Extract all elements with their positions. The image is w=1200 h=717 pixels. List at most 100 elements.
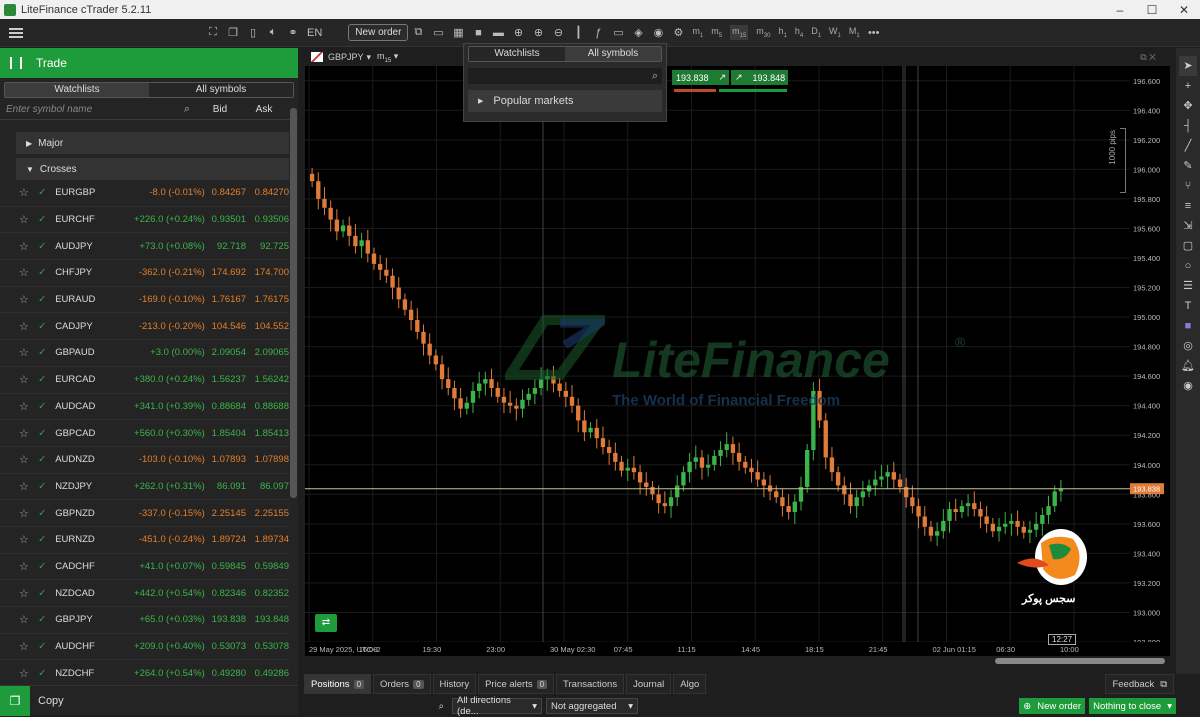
symbol-row[interactable]: ☆ ✓ AUDCHF +209.0 (+0.40%) 0.53073 0.53078 [0,634,289,661]
chart-timeframe[interactable]: m15 ▾ [377,51,398,64]
tab-all-symbols[interactable]: All symbols [149,83,293,97]
symbol-row[interactable]: ☆ ✓ AUDJPY +73.0 (+0.08%) 92.718 92.725 [0,233,289,261]
star-icon[interactable]: ☆ [19,400,32,413]
rectangle-icon[interactable]: ▢ [1183,236,1193,256]
symbol-row[interactable]: ☆ ✓ NZDJPY +262.0 (+0.31%) 86.091 86.097 [0,474,289,501]
new-order-button[interactable]: New order [348,24,409,41]
chart-symbol[interactable]: GBPJPY [328,52,364,62]
symbol-bid[interactable]: 174.692 [205,267,246,278]
multi-chart-icon[interactable]: ▦ [452,26,464,39]
star-icon[interactable]: ☆ [19,533,32,546]
tab-price-alerts[interactable]: Price alerts 0 [478,674,555,694]
symbol-ask[interactable]: 1.89734 [246,534,289,545]
timeframe-button[interactable]: W1 [829,26,841,39]
group-crosses[interactable]: ▼ Crosses [16,158,289,180]
symbol-search-input[interactable]: Enter symbol name [6,104,176,115]
symbol-row[interactable]: ☆ ✓ EURCAD +380.0 (+0.24%) 1.56237 1.56242 [0,367,289,394]
language-icon[interactable]: EN [307,27,322,39]
zoom-out-icon[interactable]: ⊖ [552,26,564,39]
tab-transactions[interactable]: Transactions [556,674,625,694]
camera-icon[interactable]: ◎ [1183,336,1193,356]
symbol-ask[interactable]: 0.49286 [246,668,289,679]
pitchfork-icon[interactable]: ⑂ [1185,176,1192,196]
timeframe-button[interactable]: M1 [849,26,860,39]
time-axis[interactable]: 29 May 2025, UTC+216:00 19:30 23:00 30 May … [305,642,1170,656]
star-icon[interactable]: ☆ [19,266,32,279]
symbol-row[interactable]: ☆ ✓ AUDNZD -103.0 (-0.10%) 1.07893 1.07898 [0,447,289,474]
star-icon[interactable]: ☆ [19,293,32,306]
feedback-button[interactable]: Feedback ⧉ [1105,674,1174,694]
symbol-row[interactable]: ☆ ✓ CADJPY -213.0 (-0.20%) 104.546 104.552 [0,313,289,341]
symbol-row[interactable]: ☆ ✓ EURNZD -451.0 (-0.24%) 1.89724 1.89734 [0,527,289,554]
sidebar-scrollbar[interactable] [290,108,297,498]
star-icon[interactable]: ☆ [19,507,32,520]
symbol-ask[interactable]: 2.25155 [246,508,289,519]
popular-markets-item[interactable]: ▶ Popular markets [468,90,662,112]
star-icon[interactable]: ☆ [19,560,32,573]
star-icon[interactable]: ☆ [19,613,32,626]
move-icon[interactable]: ✥ [1183,96,1192,116]
buy-price-button[interactable]: ↗ 193.848 [731,70,788,85]
chevron-down-icon[interactable]: ▾ [367,52,372,63]
star-icon[interactable]: ☆ [19,373,32,386]
symbol-ask[interactable]: 104.552 [246,321,289,332]
symbol-bid[interactable]: 193.838 [205,614,246,625]
symbol-search-icon[interactable]: ⊕ [512,26,524,39]
symbol-ask[interactable]: 174.700 [246,267,289,278]
symbol-ask[interactable]: 0.93506 [246,214,289,225]
search-icon[interactable]: ⌕ [180,103,194,116]
symbol-bid[interactable]: 0.93501 [205,214,246,225]
direction-filter-select[interactable]: All directions (de... ▾ [452,695,542,717]
brush-icon[interactable]: ✎ [1183,156,1192,176]
symbol-row[interactable]: ☆ ✓ NZDCAD +442.0 (+0.54%) 0.82346 0.82352 [0,580,289,607]
symbol-row[interactable]: ☆ ✓ EURAUD -169.0 (-0.10%) 1.76167 1.76175 [0,287,289,314]
symbol-ask[interactable]: 1.56242 [246,374,289,385]
bottom-new-order-button[interactable]: ⊕ New order [1019,698,1086,714]
tab-history[interactable]: History [432,674,477,694]
symbol-row[interactable]: ☆ ✓ AUDCAD +341.0 (+0.39%) 0.88684 0.88688 [0,394,289,421]
dropdown-search-input[interactable]: ⌕ [468,68,662,84]
symbol-bid[interactable]: 2.09054 [205,347,246,358]
layers-icon[interactable]: ◈ [632,26,644,39]
tab-watchlists[interactable]: Watchlists [5,83,149,97]
dropdown-tab-all-symbols[interactable]: All symbols [565,47,661,61]
symbol-ask[interactable]: 1.76175 [246,294,289,305]
timeframe-button[interactable]: m5 [711,26,722,39]
star-icon[interactable]: ☆ [19,480,32,493]
positions-search-input[interactable]: ⌕ [298,698,448,714]
fullscreen-icon[interactable]: ⛶ [207,26,219,39]
more-icon[interactable]: ••• [868,27,880,39]
cursor-icon[interactable]: ➤ [1179,56,1197,76]
eye-icon[interactable]: ◉ [652,26,664,39]
symbol-ask[interactable]: 0.82352 [246,588,289,599]
text-icon[interactable]: T [1185,296,1192,316]
symbol-ask[interactable]: 0.53078 [246,641,289,652]
group-major[interactable]: ▶ Major [16,132,289,154]
symbol-row[interactable]: ☆ ✓ GBPCAD +560.0 (+0.30%) 1.85404 1.85413 [0,420,289,447]
symbol-bid[interactable]: 92.718 [205,241,246,252]
price-axis[interactable]: 196.600 196.400 196.200 196.000 195.800 195.6… [1130,66,1170,642]
symbol-ask[interactable]: 92.725 [246,241,289,252]
symbol-ask[interactable]: 1.85413 [246,428,289,439]
symbol-bid[interactable]: 0.88684 [205,401,246,412]
ellipse-icon[interactable]: ○ [1185,256,1192,276]
trend-line-icon[interactable]: ╱ [1185,136,1192,156]
minimize-icon[interactable]: – [1104,3,1136,17]
symbol-row[interactable]: ☆ ✓ GBPAUD +3.0 (0.00%) 2.09054 2.09065 [0,340,289,367]
single-chart-icon[interactable]: ▭ [432,26,444,39]
trade-header[interactable]: Trade [0,48,298,78]
tab-journal[interactable]: Journal [626,674,672,694]
template-icon[interactable]: ▭ [612,26,624,39]
indicator-icon[interactable]: ƒ [592,27,604,39]
sell-price-button[interactable]: 193.838 ↗ [672,70,729,85]
symbol-bid[interactable]: 104.546 [205,321,246,332]
fibonacci-icon[interactable]: ≡ [1185,196,1191,216]
symbol-bid[interactable]: 1.76167 [205,294,246,305]
symbol-ask[interactable]: 0.88688 [246,401,289,412]
play-icon[interactable]: ◉ [1183,376,1193,396]
timeframe-button[interactable]: h1 [778,26,786,39]
column-header-bid[interactable]: Bid [198,104,242,115]
chart-type-icon[interactable]: ┃ [572,26,584,39]
copy-section[interactable]: ❐ Copy [0,685,298,716]
star-icon[interactable]: ☆ [19,186,32,199]
